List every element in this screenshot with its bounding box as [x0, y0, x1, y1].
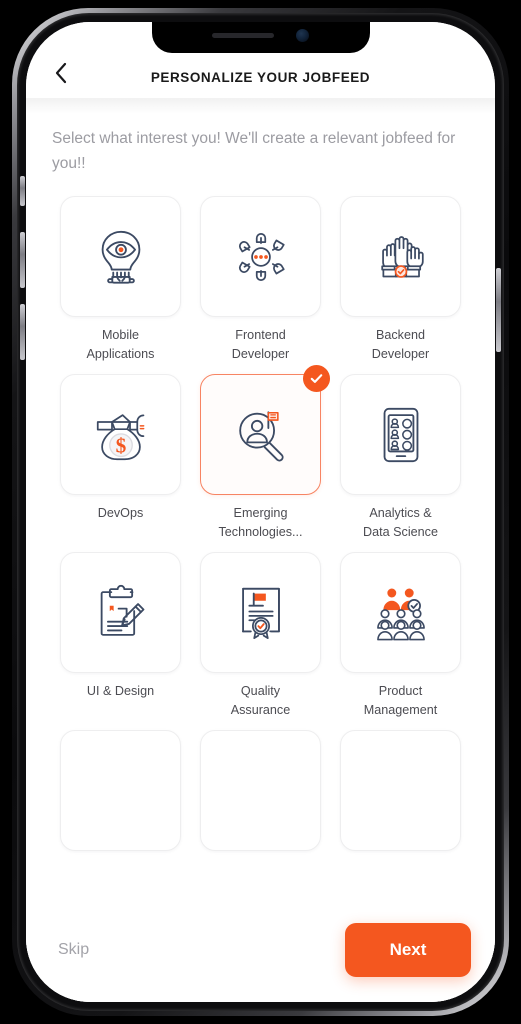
grid-cell: Product Management — [340, 551, 461, 720]
interest-label: UI & Design — [86, 683, 155, 698]
interest-grid: Mobile Applications Frontend Developer B… — [26, 180, 495, 851]
grid-cell: UI & Design — [60, 551, 181, 720]
grid-cell: Quality Assurance — [200, 551, 321, 720]
interest-label: Analytics & Data Science — [363, 506, 438, 539]
skip-button[interactable]: Skip — [54, 933, 93, 967]
interest-label: Backend Developer — [371, 328, 430, 362]
grid-cell: $ DevOps — [60, 374, 181, 542]
interest-card-analytics-data-science[interactable] — [340, 374, 461, 495]
svg-text:$: $ — [115, 433, 126, 457]
phone-bezel: PERSONALIZE YOUR JOBFEED Select what int… — [17, 13, 504, 1011]
interest-card-quality-assurance[interactable] — [200, 551, 321, 673]
tablet-list-icon — [383, 407, 418, 462]
back-button[interactable] — [48, 60, 74, 86]
header-divider-shadow — [26, 98, 495, 114]
interest-card-product-management[interactable] — [340, 551, 461, 673]
grid-cell-partial — [340, 729, 461, 851]
silent-switch[interactable] — [20, 176, 25, 206]
volume-down-button[interactable] — [20, 304, 25, 360]
certificate-seal-icon — [241, 588, 280, 640]
lightbulb-eye-icon — [101, 230, 140, 284]
interest-card-emerging-technologies[interactable] — [200, 365, 330, 495]
network-hub-icon — [238, 232, 285, 281]
check-icon — [310, 374, 323, 383]
grid-cell: Mobile Applications — [60, 196, 181, 364]
page-title: PERSONALIZE YOUR JOBFEED — [150, 70, 371, 85]
front-camera-icon — [296, 29, 309, 42]
grid-cell: Analytics & Data Science — [340, 374, 461, 542]
interest-card-backend-developer[interactable] — [340, 196, 461, 318]
bottom-action-bar: Skip Next — [26, 918, 495, 1002]
grid-cell: Backend Developer — [340, 196, 461, 364]
interest-card-frontend-developer[interactable] — [200, 196, 321, 318]
grid-cell: Emerging Technologies... — [200, 365, 330, 542]
interest-label: DevOps — [97, 506, 144, 520]
raised-hands-icon — [380, 235, 424, 278]
interest-label: Quality Assurance — [230, 683, 291, 717]
notch — [151, 22, 370, 53]
interest-card-mobile-applications[interactable] — [60, 196, 181, 318]
candidate-search-icon — [238, 410, 284, 461]
earpiece-speaker-icon — [212, 33, 274, 38]
grid-cell-partial — [60, 729, 181, 851]
phone-screen: PERSONALIZE YOUR JOBFEED Select what int… — [26, 22, 495, 1002]
clipboard-pencil-icon — [100, 585, 144, 637]
interest-label: Product Management — [363, 683, 438, 717]
interest-card-ui-design[interactable] — [60, 551, 181, 673]
interest-label: Emerging Technologies... — [218, 506, 303, 539]
volume-up-button[interactable] — [20, 232, 25, 288]
interest-card-partial[interactable] — [200, 729, 321, 851]
scroll-content[interactable]: Select what interest you! We'll create a… — [26, 98, 495, 1002]
money-bag-icon: $ — [96, 413, 144, 460]
chevron-left-icon — [55, 62, 67, 84]
team-group-icon — [376, 588, 425, 641]
interest-label: Frontend Developer — [231, 328, 290, 362]
interest-label: Mobile Applications — [86, 328, 155, 362]
next-button[interactable]: Next — [345, 923, 471, 977]
power-button[interactable] — [496, 268, 501, 352]
grid-cell: Frontend Developer — [200, 196, 321, 364]
interest-card-partial[interactable] — [340, 729, 461, 851]
grid-cell-partial — [200, 729, 321, 851]
phone-frame: PERSONALIZE YOUR JOBFEED Select what int… — [12, 8, 509, 1016]
interest-card-partial[interactable] — [60, 729, 181, 851]
selected-badge — [303, 365, 330, 392]
interest-card-devops[interactable]: $ — [60, 374, 181, 495]
